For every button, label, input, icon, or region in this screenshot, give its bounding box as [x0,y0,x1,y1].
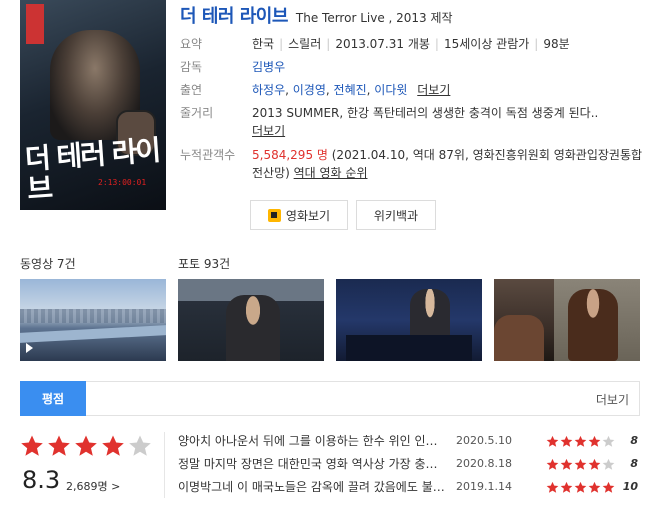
review-item[interactable]: 양아치 아나운서 뒤에 그를 이용하는 한수 위인 인간이 있더라는 2020.5… [178,432,640,450]
star-filled-icon [574,435,587,447]
review-text[interactable]: 이명박그네 이 매국노들은 감옥에 끌려 갔음에도 불구하고 [178,478,446,496]
summary-genre: 스릴러 [288,37,322,51]
info-cast: 출연 하정우, 이경영, 전혜진, 이다윗 더보기 [180,81,650,99]
wikipedia-button[interactable]: 위키백과 [356,200,436,230]
review-date: 2020.8.18 [456,457,512,470]
plot-label: 줄거리 [180,106,214,120]
cast-member[interactable]: 이다윗 [374,83,407,97]
watch-movie-button[interactable]: 영화보기 [250,200,348,230]
rating-score: 8.3 [22,466,61,494]
thumb-river [20,324,166,344]
rating-divider [164,432,165,498]
video-count-label[interactable]: 동영상 7건 [20,255,76,272]
movie-title[interactable]: 더 테러 라이브 [180,2,288,28]
star-filled-icon [546,435,559,447]
star-filled-icon [546,481,559,493]
rating-tab-bar: 평점 더보기 [20,381,640,416]
summary-release: 2013.07.31 개봉 [335,37,430,51]
director-link[interactable]: 김병우 [252,60,285,74]
star-empty-icon [129,435,151,456]
star-filled-icon [588,458,601,470]
summary-runtime: 98분 [543,37,570,51]
summary-country: 한국 [252,37,275,51]
rank-link[interactable]: 역대 영화 순위 [294,166,368,180]
review-score: 8 [630,457,638,470]
tab-rating[interactable]: 평점 [20,381,86,416]
star-filled-icon [560,435,573,447]
review-item[interactable]: 정말 마지막 장면은 대한민국 영화 역사상 가장 충격적이었다 2020.8.1… [178,455,640,473]
review-stars [546,435,615,448]
audience-label: 누적관객수 [180,148,236,162]
star-filled-icon [574,458,587,470]
cast-member[interactable]: 하정우 [252,83,285,97]
movie-poster[interactable]: 더 테러 라이브 2:13:00:01 [20,0,166,210]
star-filled-icon [546,458,559,470]
info-audience: 누적관객수 5,584,295 명 (2021.04.10, 역대 87위, 영… [180,146,650,182]
review-text[interactable]: 정말 마지막 장면은 대한민국 영화 역사상 가장 충격적이었다 [178,455,446,473]
cast-more-link[interactable]: 더보기 [417,83,450,97]
rating-more-link[interactable]: 더보기 [596,391,629,408]
star-empty-icon [602,458,615,470]
star-filled-icon [574,481,587,493]
cast-member[interactable]: 전혜진 [334,83,367,97]
poster-title: 더 테러 라이브 [23,133,161,206]
movie-subtitle: The Terror Live , 2013 제작 [295,11,453,25]
review-stars [546,458,615,471]
rating-count-link[interactable]: 2,689명 > [66,478,120,494]
star-filled-icon [102,435,124,456]
video-thumbnail[interactable] [20,279,166,361]
star-empty-icon [602,435,615,447]
thumb-desk [346,335,472,361]
info-summary: 요약 한국 | 스릴러 | 2013.07.31 개봉 | 15세이상 관람가 | 98분 [180,35,650,53]
title-row: 더 테러 라이브 The Terror Live , 2013 제작 [180,2,453,27]
star-filled-icon [21,435,43,456]
review-date: 2020.5.10 [456,434,512,447]
info-director: 감독 김병우 [180,58,650,76]
cast-label: 출연 [180,83,203,97]
cast-member[interactable]: 이경영 [293,83,326,97]
plot-value: 2013 SUMMER, 한강 폭탄테러의 생생한 충격이 독점 생중계 된다.… [252,104,602,140]
audience-count: 5,584,295 명 [252,148,328,162]
review-stars [546,481,615,494]
poster-tag [26,4,44,44]
thumb-person-back [494,315,544,361]
play-icon [26,343,33,353]
star-filled-icon [48,435,70,456]
rating-stars [20,434,152,458]
summary-values: 한국 | 스릴러 | 2013.07.31 개봉 | 15세이상 관람가 | 98분 [252,37,570,51]
plot-more-link[interactable]: 더보기 [252,124,285,138]
thumb-person [226,295,280,361]
info-plot: 줄거리 2013 SUMMER, 한강 폭탄테러의 생생한 충격이 독점 생중계… [180,104,650,140]
review-score: 10 [622,480,638,493]
watch-button-label: 영화보기 [285,208,331,223]
wiki-button-label: 위키백과 [373,208,419,223]
photo-thumbnail[interactable] [336,279,482,361]
audience-value: 5,584,295 명 (2021.04.10, 역대 87위, 영화진흥위원회… [252,146,644,182]
photo-thumbnail[interactable] [178,279,324,361]
thumb-city [20,309,166,323]
star-filled-icon [588,481,601,493]
cast-list: 하정우, 이경영, 전혜진, 이다윗 더보기 [252,83,451,97]
thumb-person [568,289,618,361]
star-filled-icon [588,435,601,447]
review-text[interactable]: 양아치 아나운서 뒤에 그를 이용하는 한수 위인 인간이 있더라는 [178,432,446,450]
star-filled-icon [560,481,573,493]
review-date: 2019.1.14 [456,480,512,493]
naver-series-icon [267,208,281,222]
summary-label: 요약 [180,37,203,51]
poster-timer: 2:13:00:01 [98,178,147,187]
star-filled-icon [75,435,97,456]
review-item[interactable]: 이명박그네 이 매국노들은 감옥에 끌려 갔음에도 불구하고 2019.1.14 1… [178,478,640,496]
plot-text: 2013 SUMMER, 한강 폭탄테러의 생생한 충격이 독점 생중계 된다.… [252,106,599,120]
summary-rating: 15세이상 관람가 [443,37,530,51]
director-label: 감독 [180,60,203,74]
star-filled-icon [602,481,615,493]
photo-thumbnail[interactable] [494,279,640,361]
review-score: 8 [630,434,638,447]
star-filled-icon [560,458,573,470]
photo-count-label[interactable]: 포토 93건 [178,255,230,272]
